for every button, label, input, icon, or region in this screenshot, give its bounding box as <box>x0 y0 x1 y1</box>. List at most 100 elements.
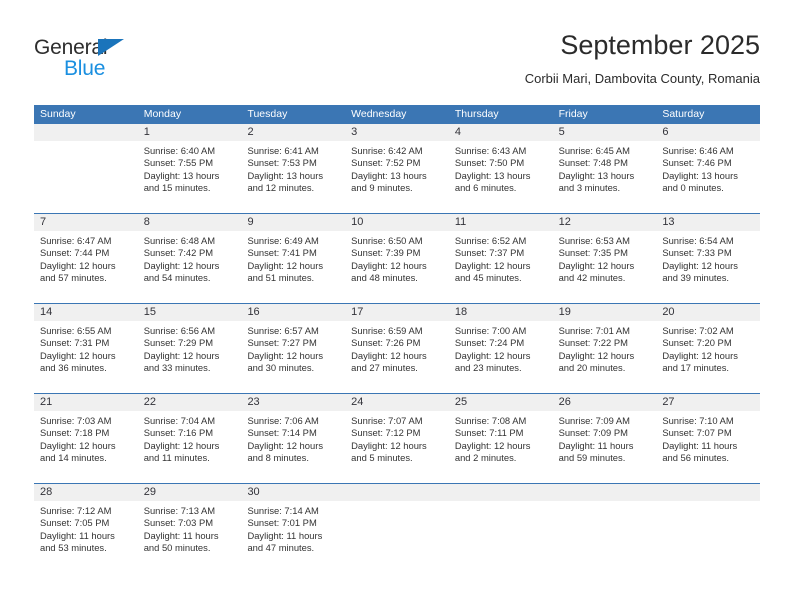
sunset-text: Sunset: 7:48 PM <box>558 157 628 169</box>
sunrise-text: Sunrise: 6:41 AM <box>247 145 319 156</box>
daylight-text: Daylight: 11 hours <box>143 529 219 541</box>
calendar-day-cell[interactable]: 17 Sunrise: 6:59 AM Sunset: 7:26 PM Dayligh… <box>345 304 449 393</box>
daylight-text: Daylight: 11 hours <box>558 439 634 451</box>
calendar-day-cell[interactable]: 28 Sunrise: 7:12 AM Sunset: 7:05 PM Dayligh… <box>34 484 138 576</box>
sunset-text: Sunset: 7:05 PM <box>40 517 110 529</box>
day-number: 8 <box>137 214 242 231</box>
weekday-header-monday: Monday <box>143 108 182 120</box>
sunrise-text: Sunrise: 7:12 AM <box>40 505 112 516</box>
sunrise-text: Sunrise: 7:06 AM <box>247 415 319 426</box>
sunset-text: Sunset: 7:53 PM <box>247 157 317 169</box>
sunrise-text: Sunrise: 7:10 AM <box>662 415 734 426</box>
daylight-text: Daylight: 12 hours <box>143 439 220 451</box>
calendar-day-cell[interactable]: 15 Sunrise: 6:56 AM Sunset: 7:29 PM Dayligh… <box>137 304 242 393</box>
daylight-text: Daylight: 12 hours <box>558 349 635 361</box>
calendar-day-cell[interactable]: 29 Sunrise: 7:13 AM Sunset: 7:03 PM Dayligh… <box>137 484 242 576</box>
calendar-day-cell[interactable]: 4 Sunrise: 6:43 AM Sunset: 7:50 PM Daylight… <box>448 124 553 213</box>
calendar-day-cell[interactable]: 11 Sunrise: 6:52 AM Sunset: 7:37 PM Dayligh… <box>448 214 553 303</box>
day-details: Sunrise: 7:12 AM Sunset: 7:05 PM Daylight:… <box>34 501 138 555</box>
calendar-day-cell[interactable]: 25 Sunrise: 7:08 AM Sunset: 7:11 PM Dayligh… <box>448 394 553 483</box>
day-details: Sunrise: 7:03 AM Sunset: 7:18 PM Daylight:… <box>34 411 138 465</box>
sunrise-text: Sunrise: 6:40 AM <box>143 145 216 156</box>
daylight-text-cont: and 6 minutes. <box>454 182 517 194</box>
day-details: Sunrise: 6:53 AM Sunset: 7:35 PM Daylight:… <box>553 231 657 285</box>
sunrise-text: Sunrise: 6:56 AM <box>143 325 216 336</box>
daylight-text-cont: and 45 minutes. <box>454 272 522 284</box>
sunset-text: Sunset: 7:14 PM <box>247 427 317 439</box>
calendar-day-cell[interactable]: 13 Sunrise: 6:54 AM Sunset: 7:33 PM Dayligh… <box>656 214 761 303</box>
day-details: Sunrise: 6:52 AM Sunset: 7:37 PM Daylight:… <box>449 231 553 285</box>
calendar-day-cell[interactable]: 20 Sunrise: 7:02 AM Sunset: 7:20 PM Dayligh… <box>656 304 761 393</box>
day-details: Sunrise: 6:40 AM Sunset: 7:55 PM Daylight:… <box>138 141 242 195</box>
calendar-day-cell[interactable]: 23 Sunrise: 7:06 AM Sunset: 7:14 PM Dayligh… <box>241 394 346 483</box>
sunset-text: Sunset: 7:39 PM <box>351 247 421 259</box>
calendar-day-cell[interactable]: 24 Sunrise: 7:07 AM Sunset: 7:12 PM Dayligh… <box>345 394 449 483</box>
calendar-grid: Sunday Monday Tuesday Wednesday Thursday… <box>34 105 761 576</box>
sunset-text: Sunset: 7:22 PM <box>558 337 628 349</box>
calendar-day-cell[interactable]: 3 Sunrise: 6:42 AM Sunset: 7:52 PM Daylight… <box>345 124 449 213</box>
day-number: 25 <box>448 394 553 411</box>
calendar-day-cell[interactable]: 27 Sunrise: 7:10 AM Sunset: 7:07 PM Dayligh… <box>656 394 761 483</box>
day-details: Sunrise: 6:56 AM Sunset: 7:29 PM Daylight:… <box>138 321 242 375</box>
calendar-day-cell[interactable]: 1 Sunrise: 6:40 AM Sunset: 7:55 PM Daylight… <box>137 124 242 213</box>
sunrise-text: Sunrise: 6:54 AM <box>662 235 734 246</box>
sunrise-text: Sunrise: 7:02 AM <box>662 325 734 336</box>
calendar-day-cell[interactable]: 16 Sunrise: 6:57 AM Sunset: 7:27 PM Dayligh… <box>241 304 346 393</box>
day-details <box>34 141 138 145</box>
day-details: Sunrise: 7:07 AM Sunset: 7:12 PM Daylight:… <box>345 411 449 465</box>
daylight-text-cont: and 11 minutes. <box>143 452 210 464</box>
calendar-day-cell[interactable]: 30 Sunrise: 7:14 AM Sunset: 7:01 PM Dayligh… <box>241 484 346 576</box>
daylight-text-cont: and 12 minutes. <box>247 182 315 194</box>
day-details: Sunrise: 7:08 AM Sunset: 7:11 PM Daylight:… <box>449 411 553 465</box>
sunset-text: Sunset: 7:20 PM <box>662 337 732 349</box>
sunrise-text: Sunrise: 7:14 AM <box>247 505 319 516</box>
logo-text-blue: Blue <box>64 57 106 80</box>
calendar-day-cell[interactable]: 8 Sunrise: 6:48 AM Sunset: 7:42 PM Daylight… <box>137 214 242 303</box>
day-number: 18 <box>448 304 553 321</box>
sunrise-text: Sunrise: 6:48 AM <box>143 235 216 246</box>
calendar-day-cell[interactable]: 12 Sunrise: 6:53 AM Sunset: 7:35 PM Dayligh… <box>552 214 657 303</box>
day-number: 2 <box>241 124 346 141</box>
daylight-text: Daylight: 11 hours <box>40 529 115 541</box>
calendar-week-row: 7 Sunrise: 6:47 AM Sunset: 7:44 PM Daylight… <box>34 213 761 303</box>
day-number: 21 <box>34 394 138 411</box>
daylight-text: Daylight: 12 hours <box>247 259 324 271</box>
calendar-day-cell[interactable]: 14 Sunrise: 6:55 AM Sunset: 7:31 PM Dayligh… <box>34 304 138 393</box>
calendar-day-cell[interactable]: 19 Sunrise: 7:01 AM Sunset: 7:22 PM Dayligh… <box>552 304 657 393</box>
calendar-day-cell[interactable]: 5 Sunrise: 6:45 AM Sunset: 7:48 PM Daylight… <box>552 124 657 213</box>
day-details: Sunrise: 7:10 AM Sunset: 7:07 PM Daylight:… <box>656 411 760 465</box>
sunset-text: Sunset: 7:24 PM <box>454 337 525 349</box>
calendar-day-cell[interactable]: 7 Sunrise: 6:47 AM Sunset: 7:44 PM Daylight… <box>34 214 138 303</box>
calendar-day-cell[interactable]: 22 Sunrise: 7:04 AM Sunset: 7:16 PM Dayligh… <box>137 394 242 483</box>
day-number: 24 <box>345 394 449 411</box>
weekday-header-wednesday: Wednesday <box>351 108 407 120</box>
sunset-text: Sunset: 7:09 PM <box>558 427 628 439</box>
calendar-day-cell[interactable]: 6 Sunrise: 6:46 AM Sunset: 7:46 PM Daylight… <box>656 124 761 213</box>
daylight-text-cont: and 42 minutes. <box>558 272 626 284</box>
sunrise-text: Sunrise: 7:03 AM <box>40 415 112 426</box>
sunset-text: Sunset: 7:37 PM <box>454 247 525 259</box>
daylight-text: Daylight: 12 hours <box>351 349 427 361</box>
day-number: 28 <box>34 484 138 501</box>
calendar-day-cell[interactable]: 18 Sunrise: 7:00 AM Sunset: 7:24 PM Dayligh… <box>448 304 553 393</box>
calendar-weeks: 1 Sunrise: 6:40 AM Sunset: 7:55 PM Daylight… <box>34 124 761 576</box>
daylight-text: Daylight: 11 hours <box>662 439 738 451</box>
day-details: Sunrise: 7:00 AM Sunset: 7:24 PM Daylight:… <box>449 321 553 375</box>
calendar-day-cell[interactable]: 21 Sunrise: 7:03 AM Sunset: 7:18 PM Dayligh… <box>34 394 138 483</box>
sunset-text: Sunset: 7:07 PM <box>662 427 732 439</box>
daylight-text: Daylight: 12 hours <box>454 439 531 451</box>
calendar-day-cell[interactable]: 9 Sunrise: 6:49 AM Sunset: 7:41 PM Daylight… <box>241 214 346 303</box>
sunset-text: Sunset: 7:29 PM <box>143 337 214 349</box>
sunrise-text: Sunrise: 6:50 AM <box>351 235 423 246</box>
daylight-text: Daylight: 13 hours <box>247 169 324 181</box>
calendar-day-cell[interactable]: 26 Sunrise: 7:09 AM Sunset: 7:09 PM Dayligh… <box>552 394 657 483</box>
day-details: Sunrise: 6:55 AM Sunset: 7:31 PM Daylight:… <box>34 321 138 375</box>
calendar-day-cell[interactable]: 2 Sunrise: 6:41 AM Sunset: 7:53 PM Daylight… <box>241 124 346 213</box>
daylight-text: Daylight: 13 hours <box>143 169 220 181</box>
sunrise-text: Sunrise: 7:09 AM <box>558 415 630 426</box>
daylight-text: Daylight: 12 hours <box>247 349 324 361</box>
daylight-text-cont: and 15 minutes. <box>143 182 211 194</box>
day-details: Sunrise: 6:54 AM Sunset: 7:33 PM Daylight:… <box>656 231 760 285</box>
calendar-day-cell[interactable]: 10 Sunrise: 6:50 AM Sunset: 7:39 PM Dayligh… <box>345 214 449 303</box>
day-number: 1 <box>137 124 242 141</box>
